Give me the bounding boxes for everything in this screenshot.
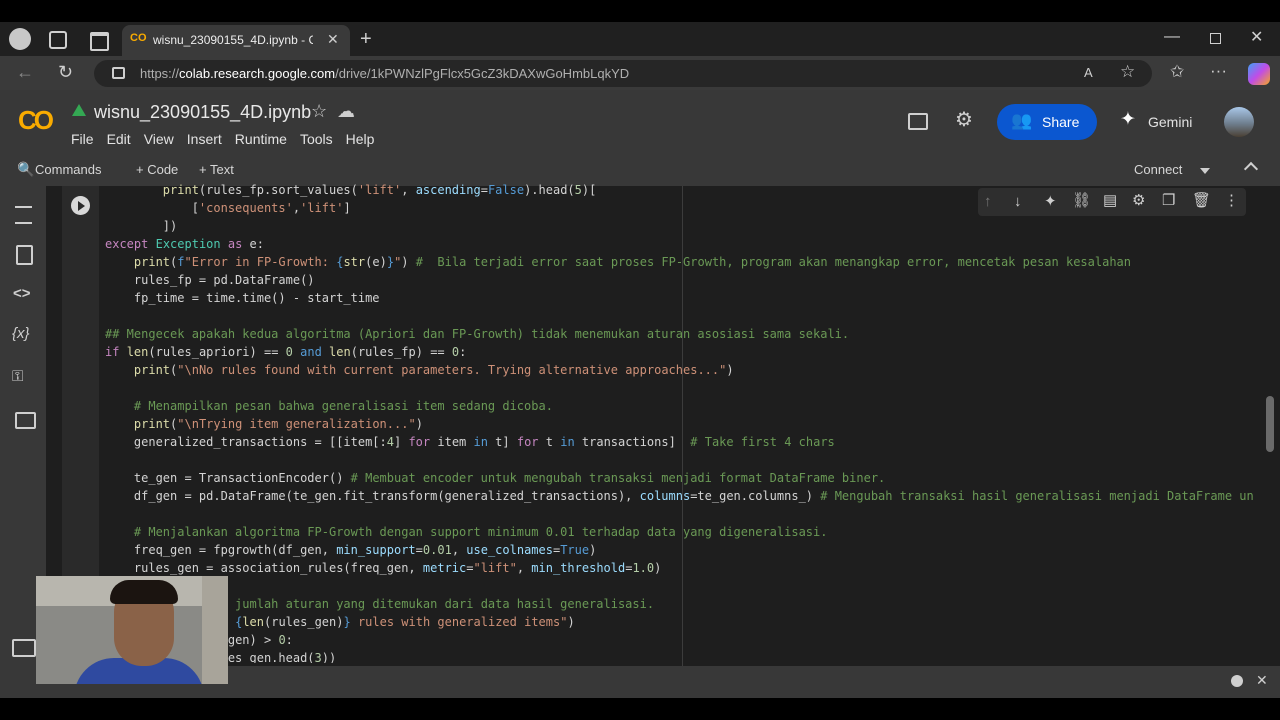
menu-file[interactable]: File <box>71 131 94 147</box>
cloud-saved-icon: ☁ <box>337 101 355 121</box>
code-line: rules_fp = pd.DataFrame() <box>105 273 315 287</box>
status-dot-icon <box>1231 675 1243 687</box>
search-icon: 🔍 <box>17 161 35 177</box>
code-line: # Menampilkan pesan bahwa generalisasi i… <box>133 399 553 413</box>
code-line: te_gen = TransactionEncoder() # Membuat … <box>105 471 886 485</box>
people-icon: 👥 <box>1011 111 1033 130</box>
reload-icon[interactable]: ↻ <box>58 63 73 81</box>
code-line: # Menjalankan algoritma FP-Growth dengan… <box>133 525 828 539</box>
add-code-button[interactable]: + Code <box>136 162 178 177</box>
profile-avatar-icon[interactable] <box>9 28 31 50</box>
favorites-icon[interactable]: ✩ <box>1170 63 1184 80</box>
code-line: print(f"Error in FP-Growth: {str(e)}") #… <box>133 255 1131 269</box>
connect-button[interactable]: Connect <box>1134 162 1182 177</box>
cell-toolbar: ↑ ↓ ✦ ⛓ ▤ ⚙ ❐ 🗑 ⋮ <box>978 188 1246 216</box>
favorite-star-icon[interactable]: ☆ <box>1120 63 1135 80</box>
share-button[interactable]: 👥 Share <box>997 104 1097 140</box>
cell-settings-icon[interactable]: ⚙ <box>1132 193 1145 208</box>
user-avatar[interactable] <box>1224 107 1254 137</box>
notebook-title[interactable]: wisnu_23090155_4D.ipynb <box>94 102 311 123</box>
webcam-person-hair <box>110 580 178 604</box>
browser-tab[interactable]: CO wisnu_23090155_4D.ipynb - Colab ✕ <box>122 25 350 56</box>
code-line: rules_gen = association_rules(freq_gen, … <box>105 561 662 575</box>
close-tab-icon[interactable]: ✕ <box>327 32 339 46</box>
secrets-key-icon[interactable]: ⚿ <box>12 369 23 384</box>
new-tab-icon[interactable]: + <box>360 29 372 49</box>
menu-tools[interactable]: Tools <box>300 131 333 147</box>
url-text[interactable]: https://colab.research.google.com/drive/… <box>140 66 629 81</box>
move-cell-down-icon[interactable]: ↓ <box>1014 194 1022 209</box>
code-line: fp_time = time.time() - start_time <box>105 291 380 305</box>
tab-title: wisnu_23090155_4D.ipynb - Colab <box>153 33 313 47</box>
menu-insert[interactable]: Insert <box>187 131 222 147</box>
close-window-icon[interactable]: ✕ <box>1250 30 1263 46</box>
back-icon[interactable]: ← <box>16 63 34 81</box>
link-cell-icon[interactable]: ⛓ <box>1072 193 1091 208</box>
code-snippets-icon[interactable]: <> <box>13 286 31 301</box>
play-icon <box>78 201 85 211</box>
delete-cell-icon[interactable]: 🗑 <box>1192 193 1211 208</box>
run-cell-button[interactable] <box>71 196 90 215</box>
files-folder-icon[interactable] <box>15 412 36 429</box>
code-line: ## Mengecek apakah kedua algoritma (Apri… <box>105 327 850 341</box>
terminal-icon[interactable] <box>12 639 36 657</box>
comment-cell-icon[interactable]: ▤ <box>1103 193 1117 208</box>
move-cell-up-icon[interactable]: ↑ <box>984 194 992 209</box>
settings-gear-icon[interactable]: ⚙ <box>955 110 973 130</box>
connect-dropdown-icon[interactable] <box>1200 168 1210 174</box>
gemini-button[interactable]: Gemini <box>1148 114 1192 130</box>
colab-logo[interactable]: CO <box>18 105 54 136</box>
more-options-icon[interactable]: ··· <box>1210 62 1227 79</box>
code-line: print("\nTrying item generalization...") <box>133 417 423 431</box>
star-icon[interactable]: ☆ <box>311 102 327 120</box>
add-text-button[interactable]: + Text <box>199 162 234 177</box>
workspaces-icon[interactable] <box>49 31 67 49</box>
code-line: except Exception as e: <box>105 237 264 251</box>
menu-bar: File Edit View Insert Runtime Tools Help <box>71 131 374 147</box>
code-line: ['consequents','lift'] <box>105 201 351 215</box>
read-aloud-icon[interactable]: A <box>1084 66 1093 79</box>
more-cell-actions-icon[interactable]: ⋮ <box>1224 193 1239 208</box>
table-of-contents-icon[interactable] <box>15 206 32 224</box>
drive-icon <box>72 104 86 116</box>
gemini-sparkle-icon[interactable]: ✦ <box>1120 110 1136 129</box>
mirror-cell-icon[interactable]: ❐ <box>1162 193 1175 208</box>
menu-view[interactable]: View <box>144 131 174 147</box>
close-status-icon[interactable]: ✕ <box>1256 673 1268 687</box>
gemini-cell-icon[interactable]: ✦ <box>1044 194 1057 209</box>
code-line: if len(rules_apriori) == 0 and len(rules… <box>105 345 467 359</box>
colab-favicon-icon: CO <box>130 32 147 44</box>
minimize-icon[interactable]: — <box>1164 29 1180 45</box>
find-replace-icon[interactable] <box>16 245 33 265</box>
code-line: ]) <box>105 219 178 233</box>
menu-edit[interactable]: Edit <box>107 131 131 147</box>
code-line: df_gen = pd.DataFrame(te_gen.fit_transfo… <box>105 489 1254 503</box>
comments-icon[interactable] <box>908 113 928 130</box>
scrollbar-thumb[interactable] <box>1266 396 1274 452</box>
variables-icon[interactable]: {x} <box>12 326 30 341</box>
tab-actions-icon[interactable] <box>90 32 109 51</box>
restore-icon[interactable] <box>1210 33 1221 44</box>
code-line: print("\nNo rules found with current par… <box>133 363 734 377</box>
menu-runtime[interactable]: Runtime <box>235 131 287 147</box>
code-editor[interactable]: print(rules_fp.sort_values('lift', ascen… <box>105 181 1255 663</box>
commands-button[interactable]: Commands <box>35 162 101 177</box>
code-line: generalized_transactions = [[item[:4] fo… <box>105 435 835 449</box>
webcam-background-door <box>202 576 228 684</box>
copilot-icon[interactable] <box>1248 63 1270 85</box>
webcam-overlay <box>36 576 228 684</box>
menu-help[interactable]: Help <box>346 131 375 147</box>
code-line: freq_gen = fpgrowth(df_gen, min_support=… <box>105 543 597 557</box>
share-label: Share <box>1042 114 1080 130</box>
lock-icon[interactable] <box>112 67 125 79</box>
code-line: print(rules_fp.sort_values('lift', ascen… <box>162 183 597 197</box>
